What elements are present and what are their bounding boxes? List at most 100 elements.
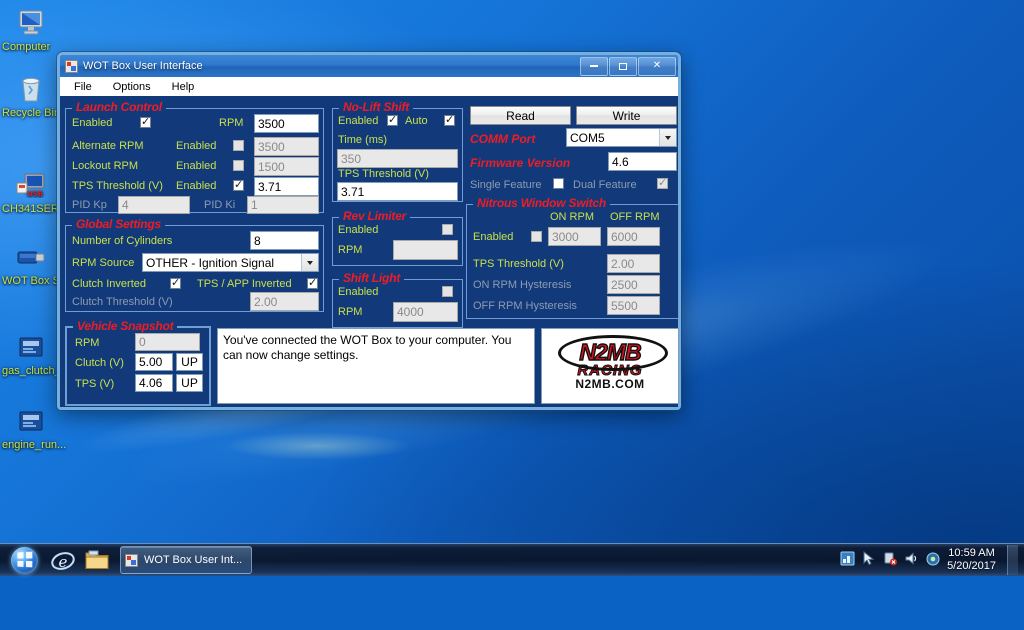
- shift-light-enabled-checkbox[interactable]: [442, 286, 453, 297]
- snapshot-tps-label: TPS (V): [75, 378, 115, 390]
- nitrous-on-hysteresis-input[interactable]: 2500: [607, 275, 660, 294]
- lockout-enabled-checkbox[interactable]: [233, 160, 244, 171]
- nitrous-tps-label: TPS Threshold (V): [473, 258, 564, 270]
- dual-feature-checkbox[interactable]: [657, 176, 668, 189]
- single-feature-label: Single Feature: [470, 179, 542, 191]
- desktop-icon-gas-clutch-file[interactable]: gas_clutch_ir: [2, 330, 67, 377]
- alternate-enabled-checkbox[interactable]: [233, 140, 244, 151]
- pid-ki-label: PID Ki: [204, 199, 236, 211]
- snapshot-clutch-value: 5.00: [135, 353, 173, 371]
- rev-limiter-caption: Rev Limiter: [339, 209, 411, 223]
- shift-light-rpm-label: RPM: [338, 306, 363, 318]
- nitrous-off-rpm-input[interactable]: 6000: [607, 227, 660, 246]
- launch-rpm-input[interactable]: 3500: [254, 114, 319, 133]
- snapshot-tps-value: 4.06: [135, 374, 173, 392]
- alternate-rpm-label: Alternate RPM: [72, 140, 144, 152]
- nitrous-off-rpm-header: OFF RPM: [610, 211, 660, 223]
- pid-kp-input[interactable]: 4: [118, 196, 190, 214]
- clock-time: 10:59 AM: [948, 547, 995, 559]
- minimize-button[interactable]: [580, 56, 608, 76]
- nls-auto-label: Auto: [405, 115, 428, 127]
- desktop-icon-ch341ser[interactable]: USB CH341SER: [2, 168, 60, 215]
- tps-app-inverted-checkbox[interactable]: [307, 276, 318, 289]
- desktop-icon-wot-box-software[interactable]: WOT Box Software 4.6: [2, 240, 114, 287]
- nitrous-enabled-checkbox[interactable]: [531, 231, 542, 242]
- clock[interactable]: 10:59 AM 5/20/2017: [947, 547, 996, 573]
- nls-auto-checkbox[interactable]: [444, 113, 455, 126]
- nitrous-window-switch-group: Nitrous Window Switch ON RPM OFF RPM Ena…: [466, 196, 679, 319]
- nitrous-off-hysteresis-input[interactable]: 5500: [607, 296, 660, 315]
- rev-limiter-rpm-label: RPM: [338, 244, 363, 256]
- n2mb-racing-logo: N2MB RACING N2MB.COM: [541, 328, 679, 404]
- launch-tps-input[interactable]: 3.71: [254, 177, 319, 196]
- desktop-icon-engine-run-file[interactable]: engine_run...: [2, 404, 66, 451]
- chevron-down-icon[interactable]: [659, 129, 676, 146]
- menu-item-file[interactable]: File: [74, 81, 92, 93]
- nls-tps-label: TPS Threshold (V): [338, 168, 429, 180]
- window-title: WOT Box User Interface: [83, 60, 203, 72]
- menu-item-help[interactable]: Help: [172, 81, 195, 93]
- nls-enabled-checkbox[interactable]: [387, 113, 398, 126]
- show-desktop-button[interactable]: [1007, 545, 1018, 575]
- rev-limiter-rpm-input[interactable]: [393, 240, 458, 260]
- nls-time-input[interactable]: 350: [337, 149, 458, 168]
- write-button[interactable]: Write: [576, 106, 677, 125]
- nitrous-tps-input[interactable]: 2.00: [607, 254, 660, 273]
- rpm-source-select[interactable]: OTHER - Ignition Signal: [142, 253, 319, 272]
- single-feature-checkbox[interactable]: [553, 178, 564, 189]
- tray-network-icon[interactable]: [840, 551, 855, 569]
- launch-tps-threshold-label: TPS Threshold (V): [72, 180, 163, 192]
- taskbar-internet-explorer[interactable]: e: [46, 545, 80, 575]
- menu-bar: File Options Help: [60, 77, 678, 97]
- nls-tps-input[interactable]: 3.71: [337, 182, 458, 201]
- desktop-icon-recycle-bin[interactable]: Recycle Bin: [2, 72, 60, 119]
- lockout-enabled-label: Enabled: [176, 160, 217, 172]
- snapshot-tps-state: UP: [176, 374, 203, 392]
- taskbar-windows-explorer[interactable]: [80, 545, 114, 575]
- start-button[interactable]: [2, 545, 46, 575]
- window-client-area: Launch Control Enabled RPM 3500 Alternat…: [60, 96, 679, 407]
- launch-control-group: Launch Control Enabled RPM 3500 Alternat…: [65, 100, 324, 214]
- cylinders-label: Number of Cylinders: [72, 235, 173, 247]
- clutch-threshold-input[interactable]: 2.00: [250, 292, 319, 311]
- vehicle-snapshot-group: Vehicle Snapshot RPM 0 Clutch (V) 5.00 U…: [65, 319, 211, 406]
- alternate-rpm-input[interactable]: 3500: [254, 137, 319, 156]
- shift-light-caption: Shift Light: [339, 271, 405, 285]
- desktop-icon-computer[interactable]: Computer: [2, 6, 60, 53]
- rev-limiter-enabled-checkbox[interactable]: [442, 224, 453, 235]
- lockout-rpm-input[interactable]: 1500: [254, 157, 319, 176]
- pid-ki-input[interactable]: 1: [247, 196, 319, 214]
- computer-icon: [2, 6, 60, 40]
- svg-text:USB: USB: [27, 190, 43, 198]
- rev-limiter-group: Rev Limiter Enabled RPM: [332, 209, 463, 266]
- taskbar-button-wot-box[interactable]: WOT Box User Int...: [120, 546, 253, 574]
- tray-volume-icon[interactable]: [904, 551, 919, 569]
- chevron-down-icon[interactable]: [301, 254, 318, 271]
- nitrous-on-rpm-input[interactable]: 3000: [548, 227, 601, 246]
- comm-port-select[interactable]: COM5: [566, 128, 677, 147]
- clock-date: 5/20/2017: [947, 560, 996, 572]
- launch-enabled-checkbox[interactable]: [140, 115, 151, 128]
- shift-light-rpm-input[interactable]: 4000: [393, 302, 458, 322]
- windows-logo-icon: [10, 546, 38, 574]
- tray-action-center-icon[interactable]: [926, 552, 940, 569]
- tray-safely-remove-icon[interactable]: [883, 551, 898, 569]
- logo-line-3: N2MB.COM: [575, 377, 645, 391]
- maximize-button[interactable]: [609, 56, 637, 76]
- menu-item-options[interactable]: Options: [113, 81, 151, 93]
- global-settings-caption: Global Settings: [72, 217, 166, 231]
- cylinders-input[interactable]: 8: [250, 231, 319, 250]
- clutch-inverted-label: Clutch Inverted: [72, 278, 146, 290]
- launch-tps-enabled-checkbox[interactable]: [233, 178, 244, 191]
- tps-app-inverted-label: TPS / APP Inverted: [197, 278, 292, 290]
- internet-explorer-icon: e: [51, 551, 75, 571]
- clutch-inverted-checkbox[interactable]: [170, 276, 181, 289]
- snapshot-rpm-label: RPM: [75, 337, 100, 349]
- snapshot-clutch-label: Clutch (V): [75, 357, 124, 369]
- folder-icon: [85, 550, 109, 569]
- window-title-bar[interactable]: WOT Box User Interface ✕: [60, 55, 678, 77]
- shift-light-enabled-label: Enabled: [338, 286, 379, 298]
- close-button[interactable]: ✕: [638, 56, 676, 76]
- tray-cursor-icon[interactable]: [862, 550, 876, 569]
- read-button[interactable]: Read: [470, 106, 571, 125]
